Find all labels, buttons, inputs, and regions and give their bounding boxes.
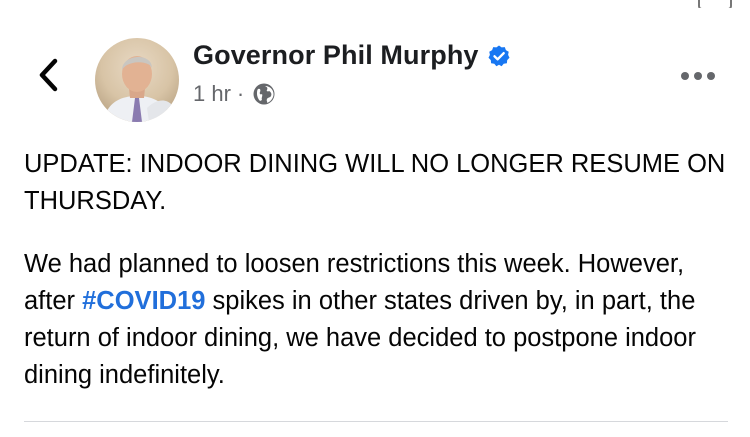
verified-badge-icon [488, 45, 510, 66]
hashtag-link[interactable]: #COVID19 [82, 287, 205, 315]
battery-icon [698, 0, 732, 8]
more-options-button[interactable] [678, 66, 718, 86]
post-timestamp[interactable]: 1 hr [193, 81, 231, 107]
chevron-left-icon [39, 58, 58, 92]
back-button[interactable] [28, 55, 68, 95]
more-horizontal-icon [681, 72, 715, 80]
author-avatar[interactable] [95, 38, 179, 122]
divider [24, 421, 728, 422]
post-paragraph-update: UPDATE: INDOOR DINING WILL NO LONGER RES… [24, 150, 726, 215]
meta-separator: · [236, 81, 245, 106]
post-header: Governor Phil Murphy 1 hr · [193, 40, 511, 107]
status-bar [0, 0, 750, 8]
post-paragraph-details: We had planned to loosen restrictions th… [24, 246, 730, 394]
avatar-photo [95, 38, 179, 122]
post-meta: 1 hr · [193, 81, 511, 107]
post-text: UPDATE: INDOOR DINING WILL NO LONGER RES… [24, 146, 730, 394]
globe-icon[interactable] [252, 82, 276, 106]
author-name[interactable]: Governor Phil Murphy [193, 40, 479, 71]
